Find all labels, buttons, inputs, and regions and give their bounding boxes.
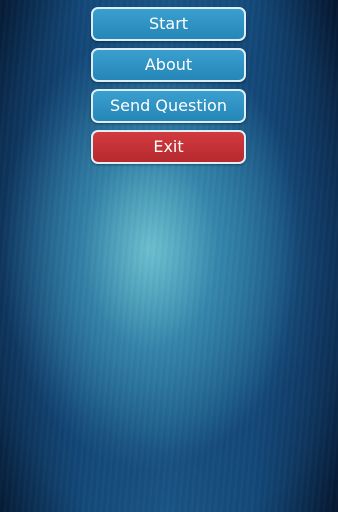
start-button[interactable]: Start: [91, 7, 246, 41]
main-menu: Start About Send Question Exit: [91, 7, 246, 171]
about-button[interactable]: About: [91, 48, 246, 82]
exit-button[interactable]: Exit: [91, 130, 246, 164]
send-question-button[interactable]: Send Question: [91, 89, 246, 123]
